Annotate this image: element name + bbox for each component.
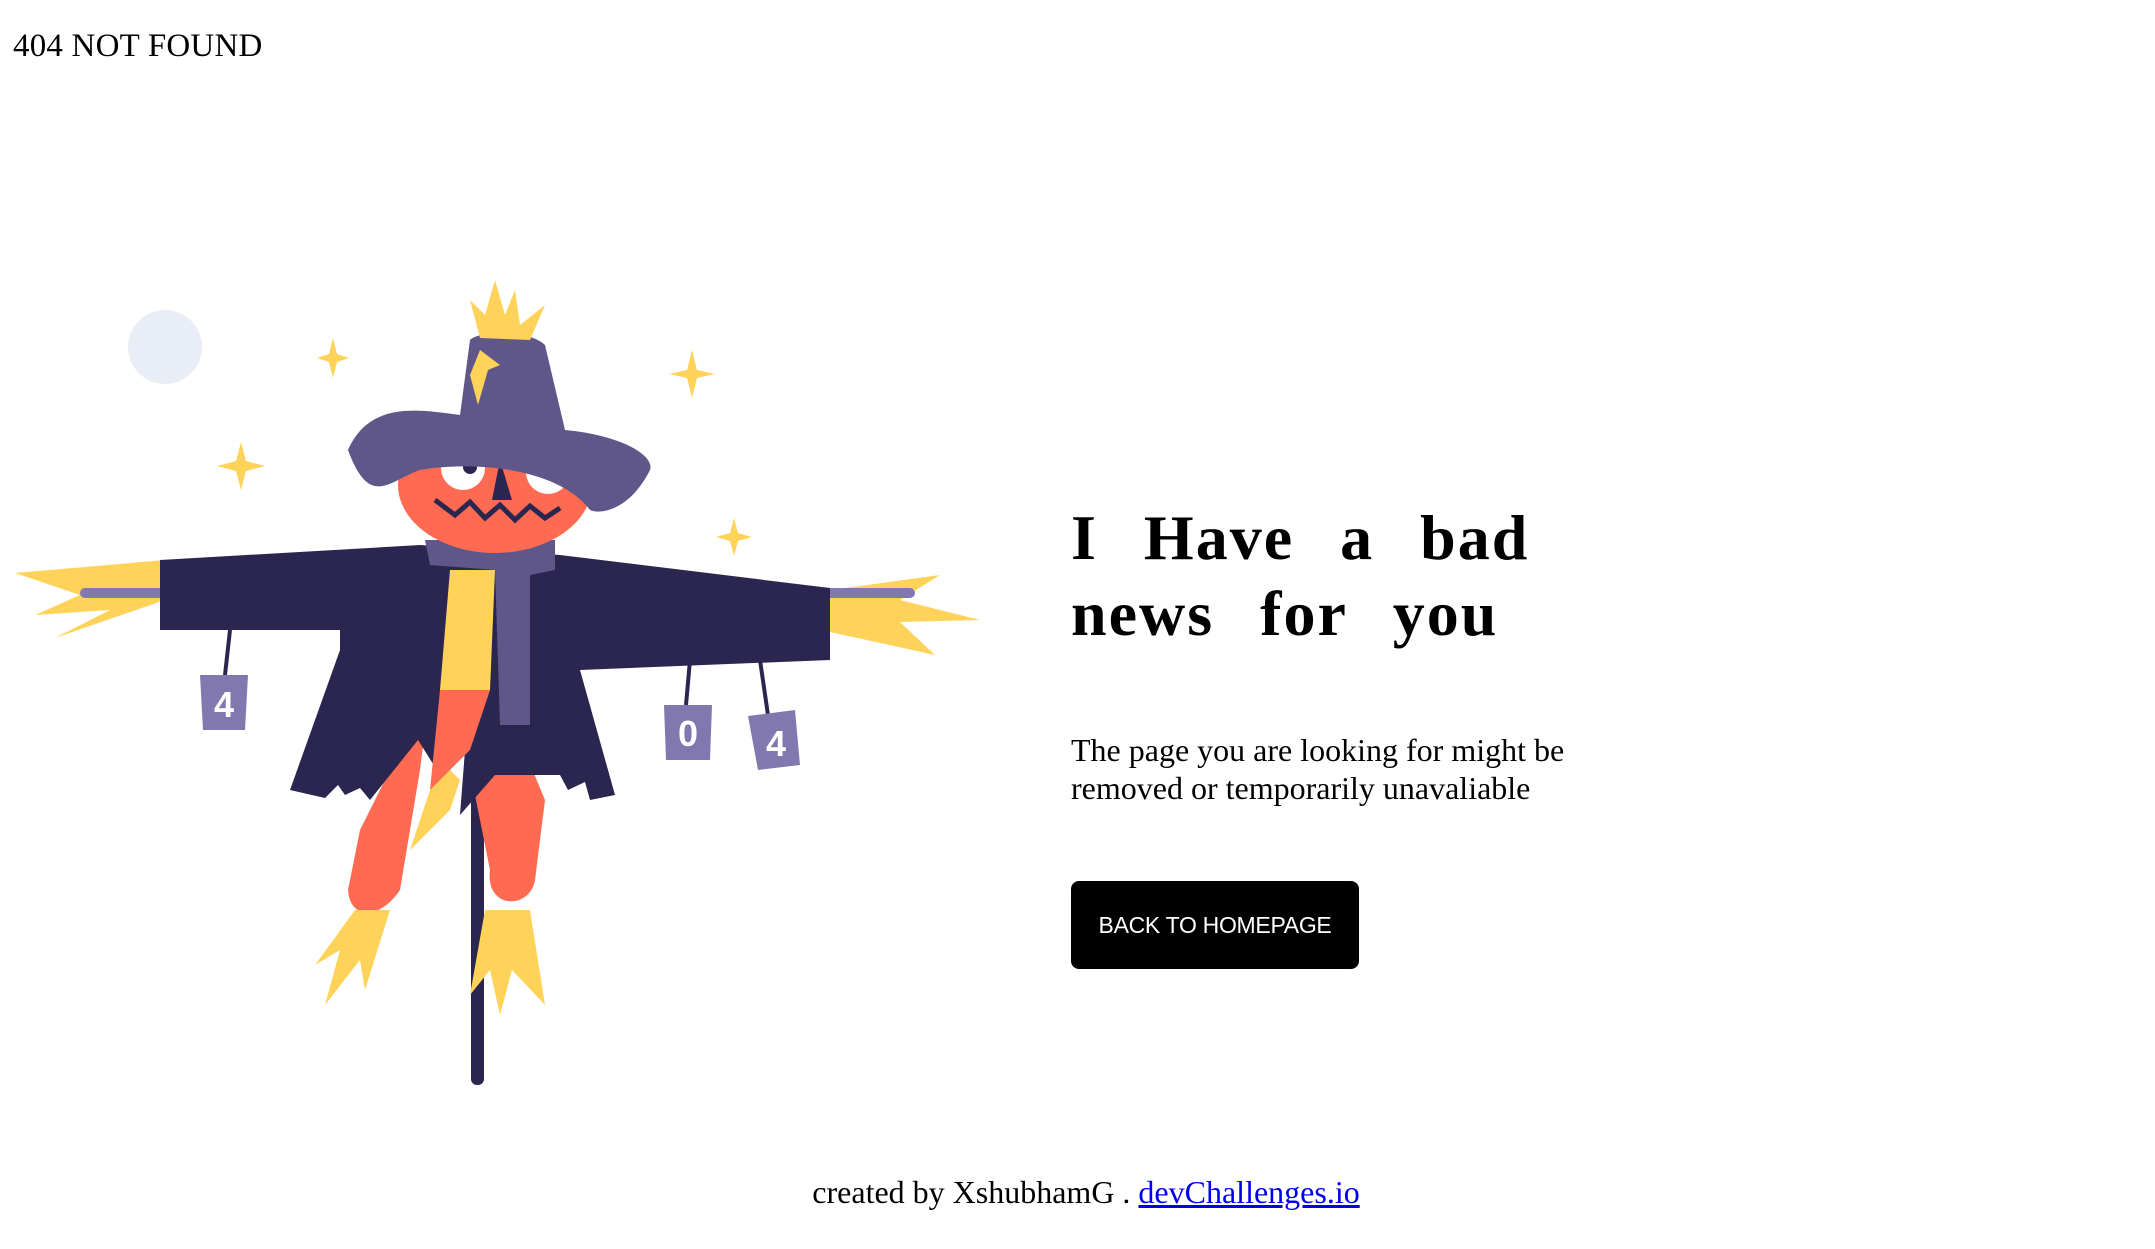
feet-straw <box>315 910 545 1015</box>
moon-shape <box>128 310 202 384</box>
subtext: The page you are looking for might be re… <box>1071 732 1565 806</box>
right-hand-straw <box>830 575 980 655</box>
headline: I Have a bad news for you <box>1071 502 1530 649</box>
hat-straw <box>470 280 545 340</box>
scarecrow-illustration: 4 0 4 <box>15 280 980 1085</box>
coat-shape <box>160 545 830 815</box>
left-hand-straw <box>15 560 165 638</box>
page-title: 404 NOT FOUND <box>13 28 263 64</box>
can-left: 4 <box>200 629 248 730</box>
back-to-homepage-button[interactable]: BACK TO HOMEPAGE <box>1071 881 1359 969</box>
footer: created by XshubhamG . devChallenges.io <box>0 1172 2155 1212</box>
can-middle-label: 0 <box>678 713 698 754</box>
devchallenges-link[interactable]: devChallenges.io <box>1138 1174 1359 1210</box>
can-middle: 0 <box>664 659 712 760</box>
can-left-label: 4 <box>214 684 234 725</box>
can-right-label: 4 <box>766 723 786 764</box>
footer-credit: created by XshubhamG . <box>812 1174 1139 1210</box>
can-right: 4 <box>748 659 800 770</box>
